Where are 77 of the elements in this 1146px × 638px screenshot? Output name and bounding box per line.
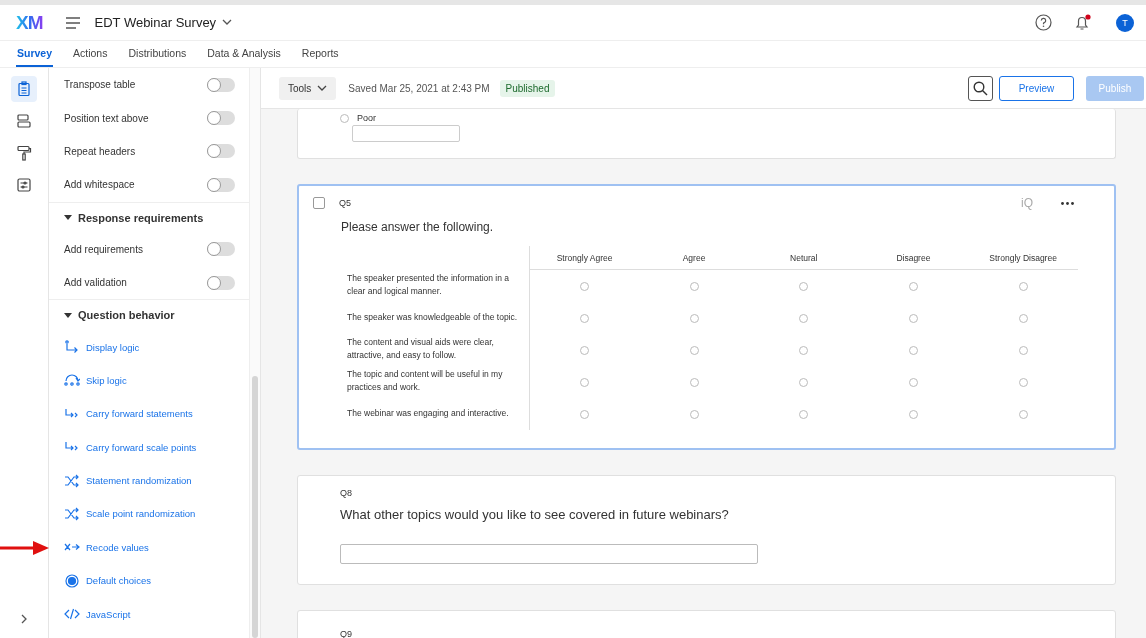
search-button[interactable]	[968, 75, 993, 101]
caret-icon	[317, 84, 328, 92]
question-checkbox[interactable]	[313, 197, 325, 209]
menu-icon[interactable]	[64, 16, 81, 29]
code-icon	[64, 607, 80, 622]
notifications-bell-icon[interactable]	[1074, 13, 1092, 32]
question-card[interactable]: Q9	[297, 609, 1116, 638]
preview-button[interactable]: Preview	[999, 75, 1074, 101]
question-text: Please answer the following.	[341, 220, 495, 234]
layout-blocks-icon	[16, 113, 32, 129]
question-number: Q5	[339, 198, 351, 208]
choice-label: Poor	[357, 113, 376, 123]
question-number: Q8	[340, 487, 352, 498]
behavior-link[interactable]: JavaScript	[64, 607, 131, 622]
help-icon[interactable]	[1035, 14, 1052, 31]
toggle-switch[interactable]	[207, 77, 235, 92]
nav-tab[interactable]: Data & Analysis	[206, 41, 282, 67]
scale-label: Agree	[682, 252, 706, 263]
statement-text: The webinar was engaging and interactive.	[347, 407, 509, 418]
statement-text: The topic and content will be useful in my practices and work.	[347, 369, 503, 392]
question-text: What other topics would you like to see covered in future webinars?	[340, 506, 729, 522]
setting-label: Position text above	[64, 112, 149, 124]
branch-arrow-icon	[64, 340, 80, 355]
setting-label: Add whitespace	[64, 179, 135, 191]
shuffle-icon	[64, 473, 80, 488]
statement-text: The content and visual aids were clear, attractive, and easy to follow.	[347, 337, 494, 360]
survey-tool-button[interactable]	[11, 76, 37, 102]
shuffle-icon	[64, 507, 80, 521]
question-card[interactable]: Q8 What other topics would you like to see covered in future webinars?	[297, 474, 1116, 585]
caret-icon	[222, 19, 233, 26]
survey-title-dropdown[interactable]: EDT Webinar Survey	[94, 15, 233, 30]
clipboard-icon	[16, 81, 32, 97]
scrollbar-thumb[interactable]	[252, 376, 258, 638]
more-options-icon[interactable]	[1061, 201, 1074, 205]
toggle-switch[interactable]	[207, 144, 235, 159]
expand-chevron-icon[interactable]	[20, 614, 28, 624]
behavior-link[interactable]: Statement randomization	[64, 473, 192, 488]
text-input-field[interactable]	[352, 125, 460, 142]
statement-text: The speaker presented the information in a clear and logical manner.	[347, 273, 510, 296]
search-icon	[973, 80, 988, 96]
behavior-link[interactable]: Carry forward statements	[64, 406, 193, 421]
caret-icon	[64, 215, 72, 221]
caret-icon	[64, 312, 72, 318]
user-avatar[interactable]: T	[1116, 13, 1134, 32]
paint-roller-icon	[16, 145, 32, 161]
saved-timestamp: Saved Mar 25, 2021 at 2:43 PM	[348, 82, 490, 94]
radio-dot-icon	[64, 573, 80, 588]
setting-label: Repeat headers	[64, 145, 136, 157]
sliders-icon	[16, 177, 32, 193]
behavior-link[interactable]: Recode values	[64, 540, 149, 555]
setting-label: Add validation	[64, 277, 127, 289]
behavior-link[interactable]: Default choices	[64, 573, 151, 588]
toggle-switch[interactable]	[207, 177, 235, 192]
setting-label: Transpose table	[64, 79, 136, 91]
behavior-link[interactable]: Scale point randomization	[64, 507, 196, 521]
published-badge: Published	[499, 79, 556, 97]
scale-label: Strongly Disagree	[989, 252, 1057, 263]
toggle-switch[interactable]	[207, 111, 235, 126]
skip-arrow-icon	[64, 373, 80, 388]
behavior-link[interactable]: Carry forward scale points	[64, 440, 197, 455]
question-card[interactable]: Poor	[297, 109, 1116, 159]
nav-tab[interactable]: Survey	[16, 41, 54, 67]
scale-label: Strongly Agree	[556, 252, 613, 263]
scale-label: Disagree	[896, 252, 931, 263]
answer-field[interactable]	[340, 543, 758, 564]
nav-tab[interactable]: Actions	[72, 41, 109, 67]
nav-tab[interactable]: Reports	[300, 41, 340, 67]
toggle-switch[interactable]	[207, 242, 235, 257]
scale-label: Netural	[790, 252, 818, 263]
nav-tab[interactable]: Distributions	[127, 41, 188, 67]
behavior-link[interactable]: Skip logic	[64, 373, 127, 388]
behavior-link[interactable]: Display logic	[64, 340, 140, 355]
statement-text: The speaker was knowledgeable of the topic.	[347, 311, 518, 322]
toggle-switch[interactable]	[207, 275, 235, 290]
tools-dropdown[interactable]: Tools	[279, 76, 337, 100]
question-number: Q9	[340, 628, 352, 638]
setting-label: Add requirements	[64, 243, 143, 255]
